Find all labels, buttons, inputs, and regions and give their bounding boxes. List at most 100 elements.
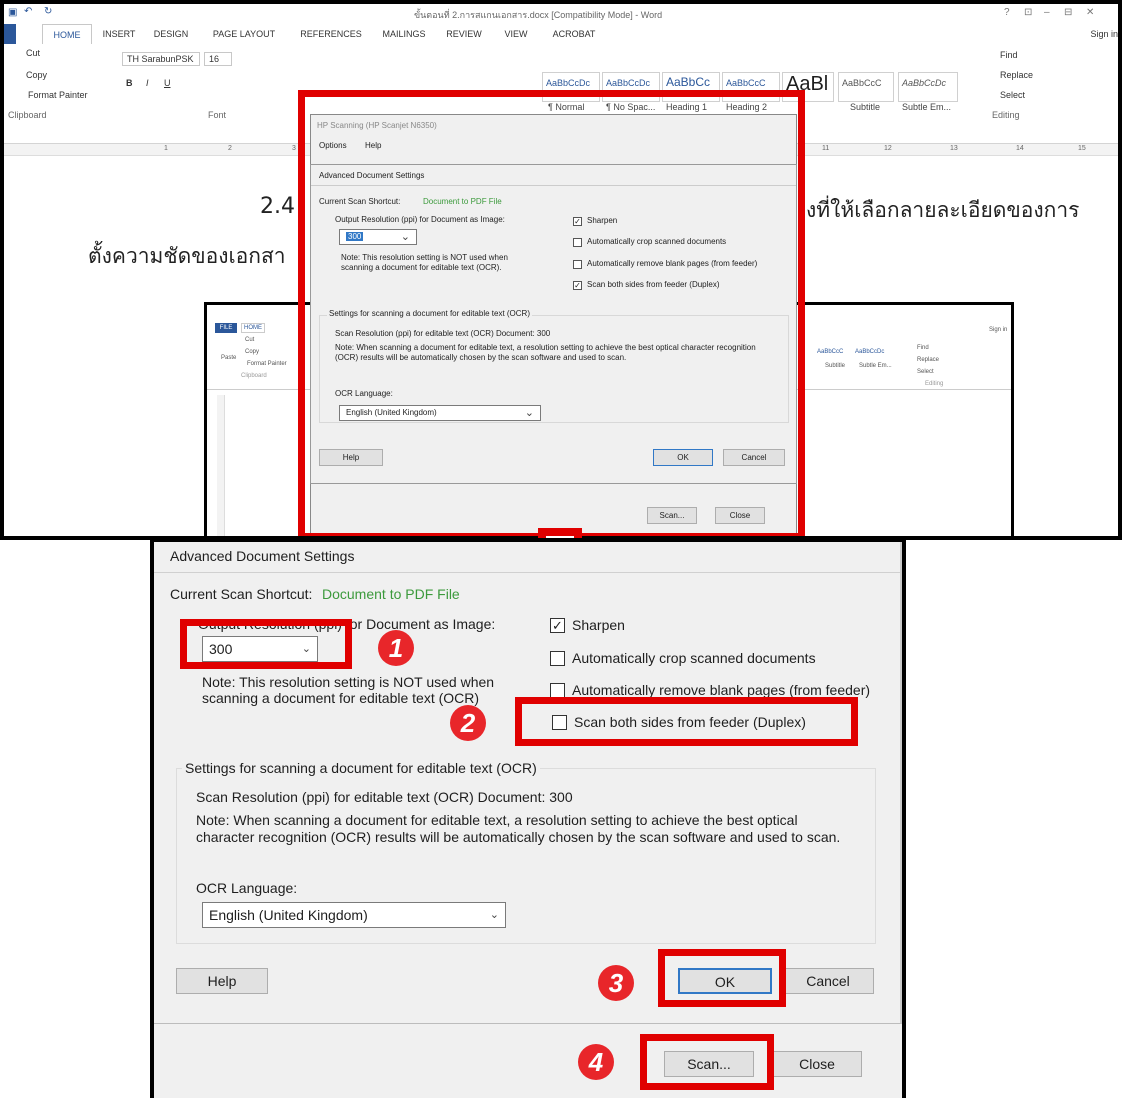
tab-home[interactable]: HOME xyxy=(42,24,92,44)
remove-blank-pages-checkbox[interactable] xyxy=(550,683,565,698)
tab-view[interactable]: VIEW xyxy=(496,24,536,44)
resolution-note-line2: scanning a document for editable text (O… xyxy=(202,690,480,706)
ocr-resolution-text: Scan Resolution (ppi) for editable text … xyxy=(196,789,573,805)
step-badge-2: 2 xyxy=(450,705,486,741)
mini-select: Select xyxy=(917,369,934,375)
help-button[interactable]: Help xyxy=(176,968,268,994)
ruler-number: 13 xyxy=(950,145,958,152)
chevron-down-icon: ⌄ xyxy=(489,909,499,921)
tab-review[interactable]: REVIEW xyxy=(440,24,488,44)
mini-tab-file: FILE xyxy=(215,323,237,333)
highlight-resolution xyxy=(180,619,352,669)
word-screenshot: ▣ ↶ ↻ ขั้นตอนที่ 2.การสแกนเอกสาร.docx [C… xyxy=(0,0,1122,540)
mini-vertical-ruler xyxy=(217,395,225,536)
copy-button[interactable]: Copy xyxy=(26,70,47,80)
undo-icon[interactable]: ↶ xyxy=(24,6,32,17)
select-button[interactable]: Select xyxy=(1000,90,1025,100)
mini-replace: Replace xyxy=(917,357,940,363)
ruler-number: 15 xyxy=(1078,145,1086,152)
sharpen-label: Sharpen xyxy=(572,617,625,633)
auto-crop-label: Automatically crop scanned documents xyxy=(572,650,816,666)
replace-button[interactable]: Replace xyxy=(1000,70,1033,80)
ocr-language-label: OCR Language: xyxy=(196,880,298,896)
resolution-note-line1: Note: This resolution setting is NOT use… xyxy=(202,674,495,690)
underline-button[interactable]: U xyxy=(164,78,171,88)
mini-style: AaBbCcDc xyxy=(855,349,885,355)
tab-references[interactable]: REFERENCES xyxy=(292,24,370,44)
sign-in-link[interactable]: Sign in xyxy=(1074,24,1118,44)
word-title-bar: ▣ ↶ ↻ ขั้นตอนที่ 2.การสแกนเอกสาร.docx [C… xyxy=(4,4,1118,24)
ruler-number: 3 xyxy=(292,145,296,152)
editing-group-label: Editing xyxy=(992,110,1020,120)
doc-paragraph-line: ตั้งความชัดของเอกสา xyxy=(88,244,286,268)
save-icon[interactable]: ▣ xyxy=(8,7,17,18)
bold-button[interactable]: B xyxy=(126,78,133,88)
mini-find: Find xyxy=(917,345,929,351)
font-group-label: Font xyxy=(208,110,227,120)
doc-heading-number: 2.4 xyxy=(260,194,295,219)
ruler-number: 1 xyxy=(164,145,168,152)
help-icon[interactable]: ? xyxy=(1004,7,1010,18)
highlight-ok xyxy=(658,949,786,1007)
ruler-number: 11 xyxy=(822,145,830,152)
sharpen-checkbox[interactable]: ✓ xyxy=(550,618,565,633)
ocr-language-value: English (United Kingdom) xyxy=(209,907,368,923)
ocr-note-line1: Note: When scanning a document for edita… xyxy=(196,812,798,828)
shortcut-value: Document to PDF File xyxy=(322,586,460,602)
mini-copy: Copy xyxy=(245,349,260,355)
tab-mailings[interactable]: MAILINGS xyxy=(374,24,434,44)
mini-tab-home: HOME xyxy=(241,323,265,333)
cancel-button[interactable]: Cancel xyxy=(782,968,874,994)
find-button[interactable]: Find xyxy=(1000,50,1018,60)
font-size-select[interactable]: 16 xyxy=(204,52,232,66)
cut-button[interactable]: Cut xyxy=(26,48,40,58)
mini-cut: Cut xyxy=(245,337,255,343)
ruler-number: 14 xyxy=(1016,145,1024,152)
ocr-note-line2: character recognition (OCR) results will… xyxy=(196,829,841,845)
style-subtle-em-label: Subtle Em... xyxy=(902,102,952,112)
clipboard-group-label: Clipboard xyxy=(8,110,47,120)
mini-style-label: Subtle Em... xyxy=(859,363,892,369)
font-name-select[interactable]: TH SarabunPSK xyxy=(122,52,200,66)
italic-button[interactable]: I xyxy=(146,78,149,88)
highlight-scan xyxy=(640,1034,774,1090)
mini-style: AaBbCcC xyxy=(817,349,844,355)
advanced-document-settings-dialog: Advanced Document Settings Current Scan … xyxy=(154,542,902,1024)
mini-format-painter: Format Painter xyxy=(247,361,287,367)
mini-clipboard: Clipboard xyxy=(241,373,267,379)
redo-icon[interactable]: ↻ xyxy=(44,6,52,17)
mini-sign-in: Sign in xyxy=(989,327,1008,333)
ocr-language-select[interactable]: English (United Kingdom) ⌄ xyxy=(202,902,506,928)
doc-heading-text: งที่ให้เลือกลายละเอียดของการ xyxy=(806,198,1080,222)
tab-acrobat[interactable]: ACROBAT xyxy=(544,24,604,44)
file-tab[interactable] xyxy=(4,24,16,44)
tab-design[interactable]: DESIGN xyxy=(146,24,196,44)
mini-paste: Paste xyxy=(221,355,237,361)
style-subtle-emphasis[interactable]: AaBbCcDc xyxy=(898,72,958,102)
ocr-group-label: Settings for scanning a document for edi… xyxy=(182,760,540,776)
mini-editing: Editing xyxy=(925,381,944,387)
ribbon-display-icon[interactable]: ⊡ xyxy=(1024,7,1032,18)
highlight-dialog-box xyxy=(298,90,805,536)
close-button[interactable]: Close xyxy=(772,1051,862,1077)
style-subtitle-label: Subtitle xyxy=(850,102,881,112)
style-subtitle[interactable]: AaBbCcC xyxy=(838,72,894,102)
format-painter-button[interactable]: Format Painter xyxy=(28,90,88,100)
step-badge-1: 1 xyxy=(378,630,414,666)
remove-blank-pages-label: Automatically remove blank pages (from f… xyxy=(572,682,871,698)
word-window-title: ขั้นตอนที่ 2.การสแกนเอกสาร.docx [Compati… xyxy=(414,10,663,20)
mini-style-label: Subtitle xyxy=(825,363,846,369)
step-badge-4: 4 xyxy=(578,1044,614,1080)
ruler-number: 12 xyxy=(884,145,892,152)
ruler-number: 2 xyxy=(228,145,232,152)
tab-page-layout[interactable]: PAGE LAYOUT xyxy=(202,24,286,44)
step-badge-3: 3 xyxy=(598,965,634,1001)
tab-insert[interactable]: INSERT xyxy=(96,24,142,44)
restore-icon[interactable]: ⊟ xyxy=(1064,7,1072,18)
highlight-duplex xyxy=(515,697,858,746)
dialog-title: Advanced Document Settings xyxy=(170,548,355,564)
auto-crop-checkbox[interactable] xyxy=(550,651,565,666)
minimize-icon[interactable]: – xyxy=(1044,7,1050,18)
close-icon[interactable]: ✕ xyxy=(1086,7,1094,18)
shortcut-label: Current Scan Shortcut: xyxy=(170,586,313,602)
